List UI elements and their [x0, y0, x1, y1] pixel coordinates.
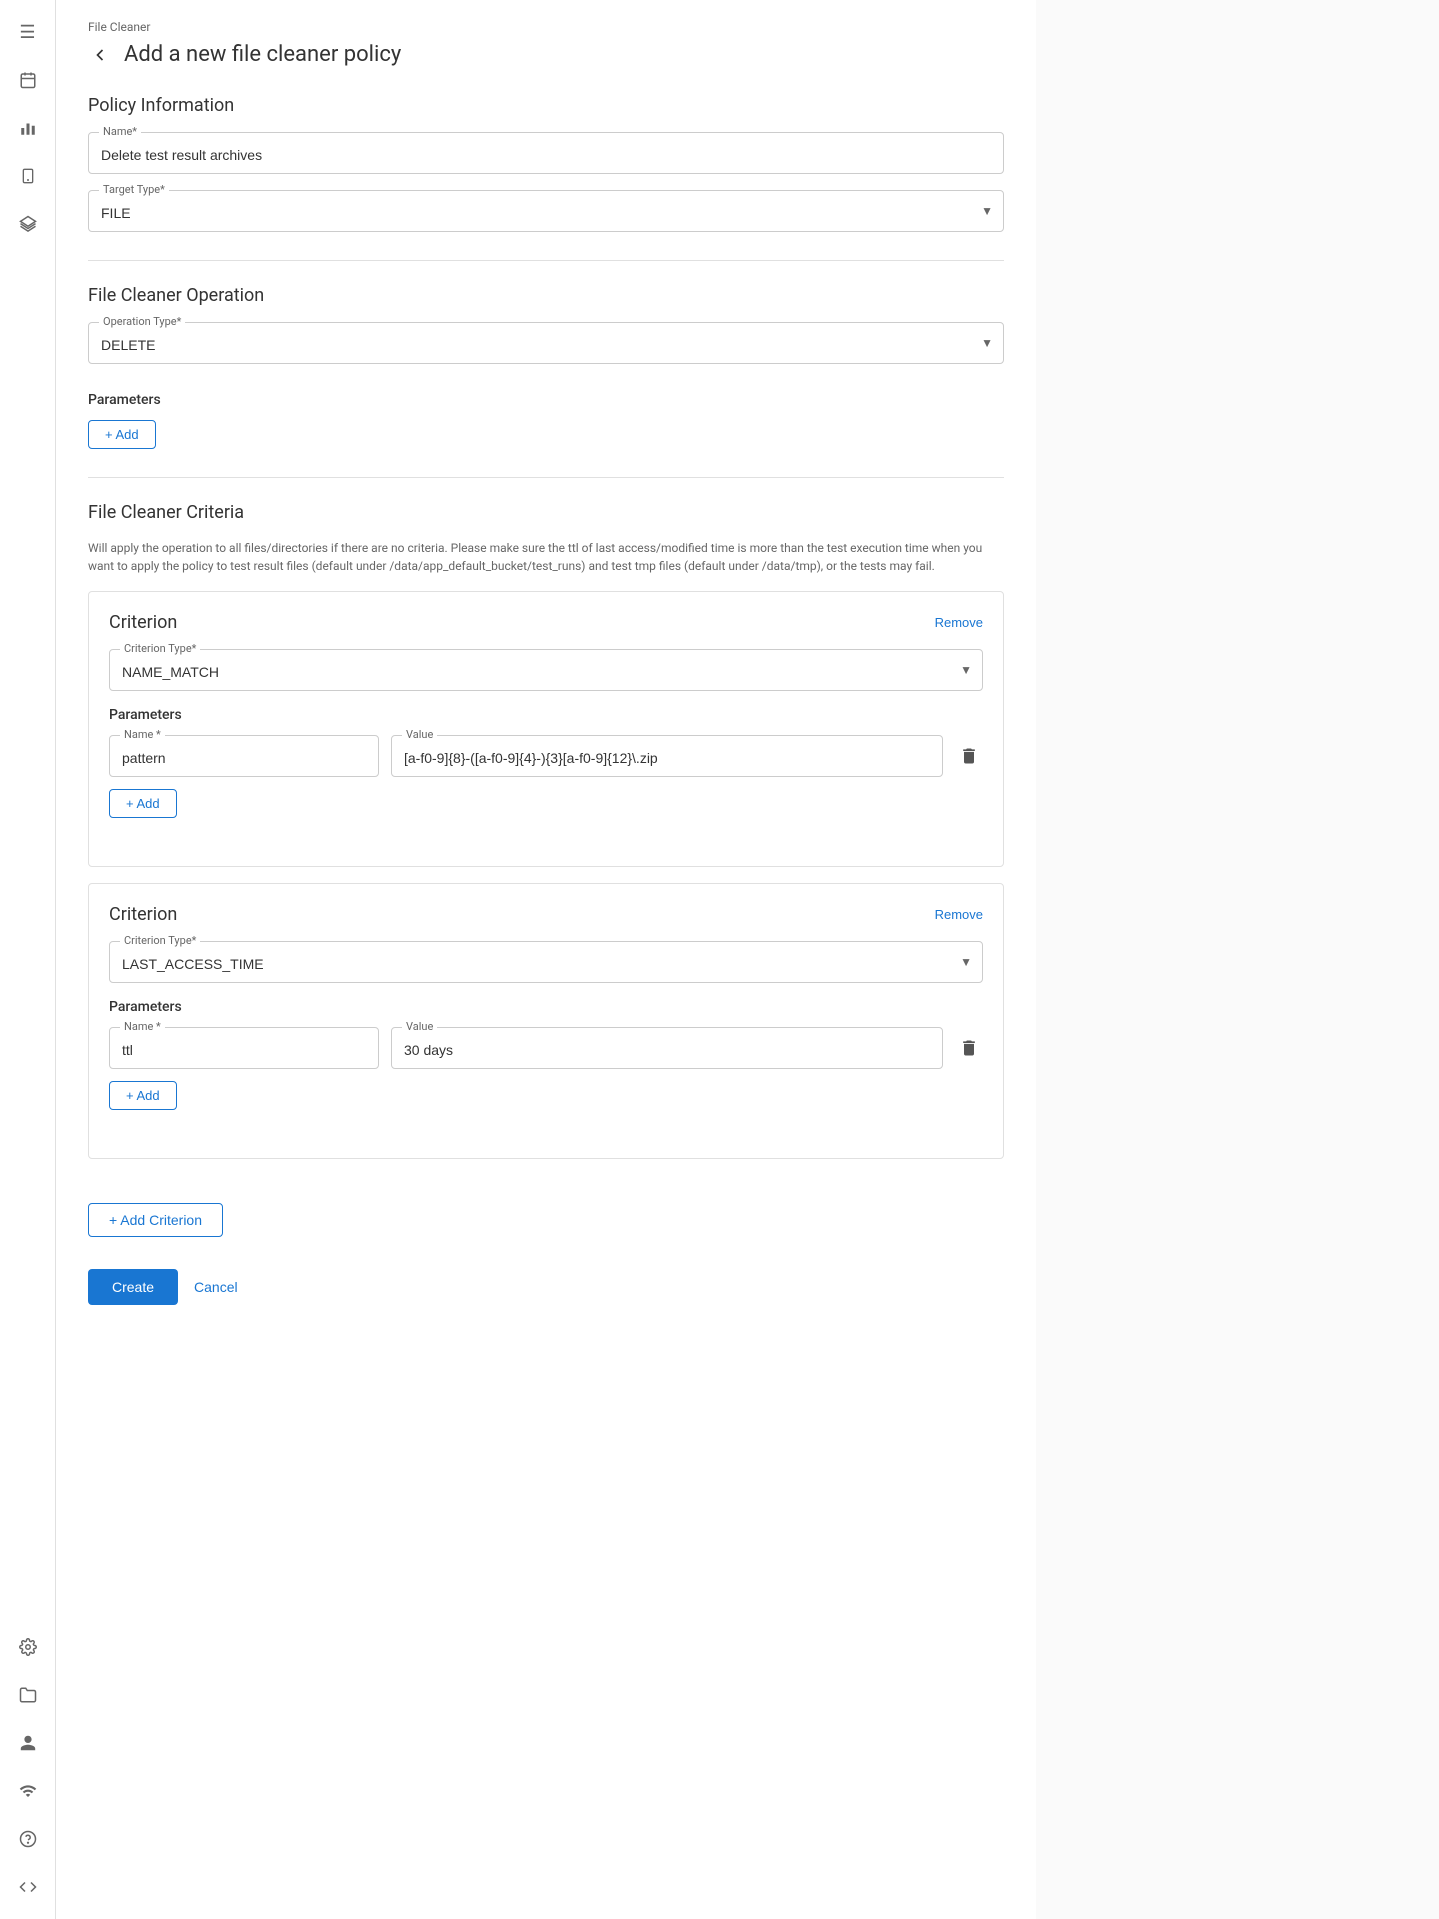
criterion-1-param-name-input[interactable] [110, 736, 378, 776]
criterion-2-param-delete-button[interactable] [955, 1034, 983, 1062]
name-label: Name* [99, 125, 141, 138]
criterion-1-param-value-input[interactable] [392, 736, 942, 776]
criterion-2-params-title: Parameters [109, 999, 983, 1015]
operation-type-field-wrapper: Operation Type* DELETE ARCHIVE ▼ [88, 322, 1004, 364]
sidebar: ☰ [0, 0, 56, 1919]
bottom-actions: + Add Criterion Create Cancel [88, 1187, 1004, 1305]
page-wrapper: File Cleaner Add a new file cleaner poli… [56, 0, 1036, 1919]
back-button[interactable] [88, 43, 112, 67]
criterion-2-param-value-wrapper: Value [391, 1027, 943, 1069]
criterion-1-type-select[interactable]: NAME_MATCH LAST_ACCESS_TIME LAST_MODIFIE… [110, 650, 982, 690]
criterion-1-params-title: Parameters [109, 707, 983, 723]
criterion-2-param-name-wrapper: Name * [109, 1027, 379, 1069]
sidebar-layers-icon[interactable] [8, 204, 48, 244]
divider-1 [88, 260, 1004, 261]
sidebar-folder-icon[interactable] [8, 1675, 48, 1715]
main-content: File Cleaner Add a new file cleaner poli… [56, 0, 1439, 1919]
criterion-2-title: Criterion [109, 904, 177, 925]
criterion-2-type-select[interactable]: NAME_MATCH LAST_ACCESS_TIME LAST_MODIFIE… [110, 942, 982, 982]
divider-2 [88, 477, 1004, 478]
criterion-card-2: Criterion Remove Criterion Type* NAME_MA… [88, 883, 1004, 1159]
criteria-section: File Cleaner Criteria Will apply the ope… [88, 502, 1004, 1159]
create-button[interactable]: Create [88, 1269, 178, 1305]
criterion-1-type-field-group: Criterion Type* NAME_MATCH LAST_ACCESS_T… [109, 649, 983, 691]
target-type-field-group: Target Type* FILE DIRECTORY ▼ [88, 190, 1004, 232]
criterion-2-header: Criterion Remove [109, 904, 983, 925]
sidebar-list-icon[interactable]: ☰ [8, 12, 48, 52]
criterion-1-param-value-wrapper: Value [391, 735, 943, 777]
criterion-2-param-value-input[interactable] [392, 1028, 942, 1068]
form-actions: Create Cancel [88, 1269, 1004, 1305]
criterion-1-type-wrapper: Criterion Type* NAME_MATCH LAST_ACCESS_T… [109, 649, 983, 691]
criterion-1-params-section: Parameters Name * Value [109, 707, 983, 818]
target-type-label: Target Type* [99, 183, 169, 196]
top-parameters-add-button[interactable]: + Add [88, 420, 156, 449]
criteria-section-title: File Cleaner Criteria [88, 502, 1004, 523]
policy-info-title: Policy Information [88, 95, 1004, 116]
top-parameters-section: Parameters + Add [88, 392, 1004, 449]
operation-type-field-group: Operation Type* DELETE ARCHIVE ▼ [88, 322, 1004, 364]
criterion-2-remove-button[interactable]: Remove [935, 907, 983, 922]
name-field-group: Name* [88, 132, 1004, 174]
page-header: Add a new file cleaner policy [88, 42, 1004, 67]
sidebar-phone-icon[interactable] [8, 156, 48, 196]
page-title: Add a new file cleaner policy [124, 42, 401, 67]
criterion-2-type-field-group: Criterion Type* NAME_MATCH LAST_ACCESS_T… [109, 941, 983, 983]
operation-type-label: Operation Type* [99, 315, 185, 328]
name-input[interactable] [89, 133, 1003, 173]
target-type-field-wrapper: Target Type* FILE DIRECTORY ▼ [88, 190, 1004, 232]
criterion-2-param-row-1: Name * Value [109, 1027, 983, 1069]
sidebar-signal-icon[interactable] [8, 1771, 48, 1811]
criterion-1-param-delete-button[interactable] [955, 742, 983, 770]
name-field-wrapper: Name* [88, 132, 1004, 174]
policy-information-section: Policy Information Name* Target Type* FI… [88, 95, 1004, 232]
criterion-1-param-name-wrapper: Name * [109, 735, 379, 777]
criterion-1-param-row-1: Name * Value [109, 735, 983, 777]
criterion-1-add-param-button[interactable]: + Add [109, 789, 177, 818]
criterion-2-add-param-button[interactable]: + Add [109, 1081, 177, 1110]
criterion-1-remove-button[interactable]: Remove [935, 615, 983, 630]
criterion-2-type-label: Criterion Type* [120, 934, 200, 947]
criterion-2-param-value-label: Value [402, 1020, 437, 1033]
criterion-1-param-value-label: Value [402, 728, 437, 741]
criterion-2-param-name-input[interactable] [110, 1028, 378, 1068]
sidebar-settings-icon[interactable] [8, 1627, 48, 1667]
sidebar-chart-icon[interactable] [8, 108, 48, 148]
criterion-1-param-name-label: Name * [120, 728, 165, 741]
criterion-1-title: Criterion [109, 612, 177, 633]
operation-type-select[interactable]: DELETE ARCHIVE [89, 323, 1003, 363]
sidebar-code-icon[interactable] [8, 1867, 48, 1907]
criterion-1-header: Criterion Remove [109, 612, 983, 633]
criterion-1-type-label: Criterion Type* [120, 642, 200, 655]
criterion-2-param-name-label: Name * [120, 1020, 165, 1033]
criterion-card-1: Criterion Remove Criterion Type* NAME_MA… [88, 591, 1004, 867]
add-criterion-button[interactable]: + Add Criterion [88, 1203, 223, 1237]
cancel-button[interactable]: Cancel [194, 1279, 238, 1295]
operation-section-title: File Cleaner Operation [88, 285, 1004, 306]
criterion-2-params-section: Parameters Name * Value [109, 999, 983, 1110]
sidebar-person-icon[interactable] [8, 1723, 48, 1763]
top-parameters-title: Parameters [88, 392, 1004, 408]
target-type-select[interactable]: FILE DIRECTORY [89, 191, 1003, 231]
criterion-2-type-wrapper: Criterion Type* NAME_MATCH LAST_ACCESS_T… [109, 941, 983, 983]
sidebar-calendar-icon[interactable] [8, 60, 48, 100]
sidebar-help-icon[interactable] [8, 1819, 48, 1859]
criteria-info-text: Will apply the operation to all files/di… [88, 539, 1004, 575]
breadcrumb: File Cleaner [88, 20, 1004, 34]
file-cleaner-operation-section: File Cleaner Operation Operation Type* D… [88, 285, 1004, 364]
